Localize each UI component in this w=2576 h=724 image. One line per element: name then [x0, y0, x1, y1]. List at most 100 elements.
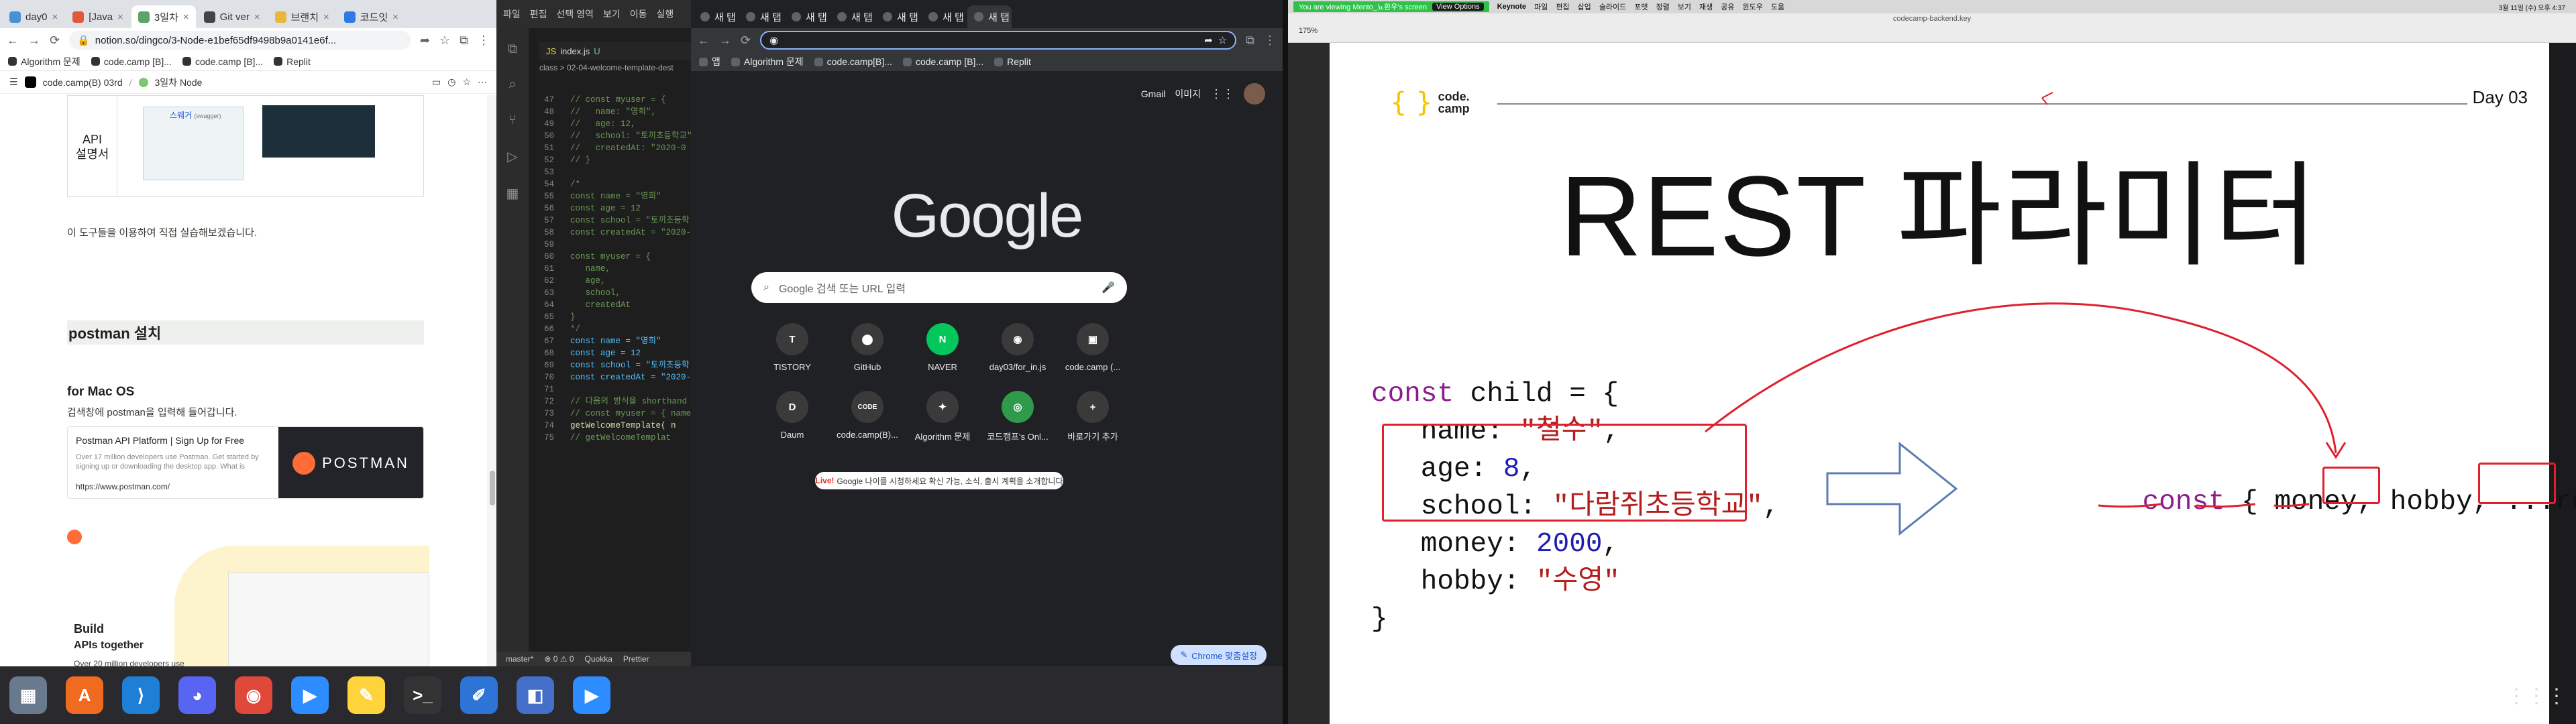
finder-dock-icon[interactable]: ▦ — [9, 676, 47, 714]
pages-dock-icon[interactable]: ✐ — [460, 676, 498, 714]
breadcrumb-workspace[interactable]: code.camp(B) 03rd — [43, 77, 123, 88]
notion-scroll-thumb[interactable] — [490, 471, 495, 505]
search-icon[interactable]: ⌕ — [508, 77, 516, 93]
shortcut-tile[interactable]: ⬤ GitHub — [830, 323, 905, 372]
forward-icon[interactable]: → — [719, 34, 731, 48]
view-options-button[interactable]: View Options — [1432, 3, 1484, 11]
bookmark-item[interactable]: Algorithm 문제 — [8, 55, 80, 68]
notion-tab[interactable]: day0 × — [3, 5, 65, 28]
discord-dock-icon[interactable]: ◕ — [178, 676, 216, 714]
shortcut-tile[interactable]: ✦ Algorithm 문제 — [905, 391, 980, 442]
shortcut-tile[interactable]: ◎ 코드캠프's Onl... — [980, 391, 1055, 442]
status-item[interactable]: Quokka — [585, 654, 612, 664]
notion-url-bar[interactable]: 🔒 notion.so/dingco/3-Node-e1bef65df9498b… — [69, 31, 411, 50]
customize-chrome-button[interactable]: ✎ Chrome 맞춤설정 — [1171, 645, 1267, 665]
shortcut-tile[interactable]: ▣ code.camp (... — [1055, 323, 1130, 372]
notion-scrollbar[interactable] — [487, 95, 496, 666]
chrome-tab[interactable]: 새 탭 — [830, 5, 875, 28]
reload-icon[interactable]: ⟳ — [741, 34, 751, 48]
menu-item[interactable]: 실행 — [656, 7, 674, 21]
extensions-icon[interactable]: ⧉ — [1246, 34, 1254, 48]
mac-menu-item[interactable]: 도움 — [1771, 1, 1784, 12]
menu-item[interactable]: 파일 — [503, 7, 521, 21]
forward-icon[interactable]: → — [28, 34, 40, 48]
mac-menu-item[interactable]: 재생 — [1699, 1, 1713, 12]
shortcut-tile[interactable]: D Daum — [755, 391, 830, 442]
notion-tab[interactable]: Git ver × — [197, 5, 267, 28]
chrome-tab[interactable]: 새 탭 — [694, 5, 738, 28]
images-link[interactable]: 이미지 — [1175, 87, 1201, 101]
star-icon[interactable]: ☆ — [439, 34, 450, 48]
google-notice-banner[interactable]: Live! Google 나이를 시청하세요 확신 가능, 소식, 출시 계획을… — [815, 472, 1063, 489]
run-debug-icon[interactable]: ▷ — [507, 148, 517, 165]
bookmark-item[interactable]: 앱 — [699, 55, 720, 68]
bookmark-item[interactable]: code.camp [B]... — [91, 56, 172, 67]
show-apps-icon[interactable]: ⋮⋮⋮ — [2506, 684, 2567, 708]
chrome-omnibox[interactable]: ◉ ➦ ☆ — [760, 31, 1237, 50]
back-icon[interactable]: ← — [698, 34, 710, 48]
close-icon[interactable]: × — [254, 11, 260, 23]
microphone-icon[interactable]: 🎤 — [1102, 281, 1115, 294]
bookmark-item[interactable]: Algorithm 문제 — [731, 55, 804, 68]
clock-icon[interactable]: ◷ — [447, 76, 455, 88]
explorer-icon[interactable]: ⧉ — [508, 42, 517, 57]
favorite-icon[interactable]: ☆ — [462, 76, 471, 88]
status-item[interactable]: master* — [506, 654, 533, 664]
menu-item[interactable]: 선택 영역 — [557, 7, 594, 21]
close-icon[interactable]: × — [183, 11, 189, 23]
avatar[interactable] — [1244, 83, 1265, 105]
zoom2-dock-icon[interactable]: ▶ — [573, 676, 610, 714]
close-icon[interactable]: × — [52, 11, 58, 23]
shortcut-tile[interactable]: T TISTORY — [755, 323, 830, 372]
google-search-box[interactable]: ⌕ Google 검색 또는 URL 입력 🎤 — [751, 272, 1127, 303]
share-icon[interactable]: ➦ — [420, 34, 430, 48]
vscode-editor[interactable]: 47 // const myuser = {48 // name: "영희", 49 /… — [531, 94, 691, 444]
notion-tab[interactable]: 3일차 × — [131, 5, 196, 28]
bookmark-item[interactable]: code.camp[B]... — [814, 56, 892, 67]
chrome-tab[interactable]: 새 탭 — [922, 5, 966, 28]
chrome-tab[interactable]: 새 탭 — [876, 5, 920, 28]
terminal-dock-icon[interactable]: >_ — [404, 676, 441, 714]
app-store-dock-icon[interactable]: A — [66, 676, 103, 714]
bookmark-item[interactable]: Replit — [274, 56, 311, 67]
close-icon[interactable]: × — [323, 11, 329, 23]
vscode-dock-icon[interactable]: ⟩ — [122, 676, 160, 714]
source-control-icon[interactable]: ⑂ — [508, 113, 517, 128]
chrome-tab[interactable]: 새 탭 — [739, 5, 784, 28]
status-item[interactable]: ⊗ 0 ⚠ 0 — [544, 654, 574, 664]
mac-menu-item[interactable]: 편집 — [1556, 1, 1569, 12]
shortcut-tile[interactable]: N NAVER — [905, 323, 980, 372]
preview-dock-icon[interactable]: ◧ — [517, 676, 554, 714]
chrome-tab[interactable]: 새 탭 — [785, 5, 829, 28]
more-icon[interactable]: ⋯ — [478, 76, 487, 88]
menu-item[interactable]: 이동 — [630, 7, 647, 21]
close-icon[interactable]: × — [117, 11, 123, 23]
hamburger-icon[interactable]: ☰ — [9, 76, 18, 88]
postman-bookmark-card[interactable]: Postman API Platform | Sign Up for Free … — [67, 426, 424, 499]
mac-menu-item[interactable]: 슬라이드 — [1599, 1, 1626, 12]
menu-icon[interactable]: ⋮ — [478, 34, 490, 48]
extensions-icon[interactable]: ▦ — [506, 185, 519, 202]
mac-menu-item[interactable]: 보기 — [1678, 1, 1691, 12]
chrome-dock-icon[interactable]: ◉ — [235, 676, 272, 714]
breadcrumb-page[interactable]: 3일차 Node — [155, 76, 203, 89]
mac-menu-item[interactable]: 공유 — [1721, 1, 1734, 12]
comment-icon[interactable]: ▭ — [432, 76, 441, 88]
shortcut-tile[interactable]: ◉ day03/for_in.js — [980, 323, 1055, 372]
back-icon[interactable]: ← — [7, 34, 19, 48]
mac-menu-item[interactable]: 포맷 — [1634, 1, 1648, 12]
reload-icon[interactable]: ⟳ — [50, 34, 60, 48]
share-icon[interactable]: ➦ — [1204, 34, 1213, 46]
star-icon[interactable]: ☆ — [1218, 34, 1227, 46]
menu-item[interactable]: 보기 — [603, 7, 621, 21]
mac-menu-item[interactable]: 파일 — [1534, 1, 1548, 12]
bookmark-item[interactable]: code.camp [B]... — [902, 56, 983, 67]
menu-icon[interactable]: ⋮ — [1264, 34, 1276, 48]
zoom-level[interactable]: 175% — [1299, 27, 1318, 35]
notion-tab[interactable]: [Java × — [66, 5, 130, 28]
status-item[interactable]: Prettier — [623, 654, 649, 664]
shortcut-tile[interactable]: + 바로가기 추가 — [1055, 391, 1130, 442]
editor-tab-index[interactable]: index.js — [560, 46, 590, 56]
mac-menu-item[interactable]: 삽입 — [1578, 1, 1591, 12]
gmail-link[interactable]: Gmail — [1141, 88, 1166, 99]
